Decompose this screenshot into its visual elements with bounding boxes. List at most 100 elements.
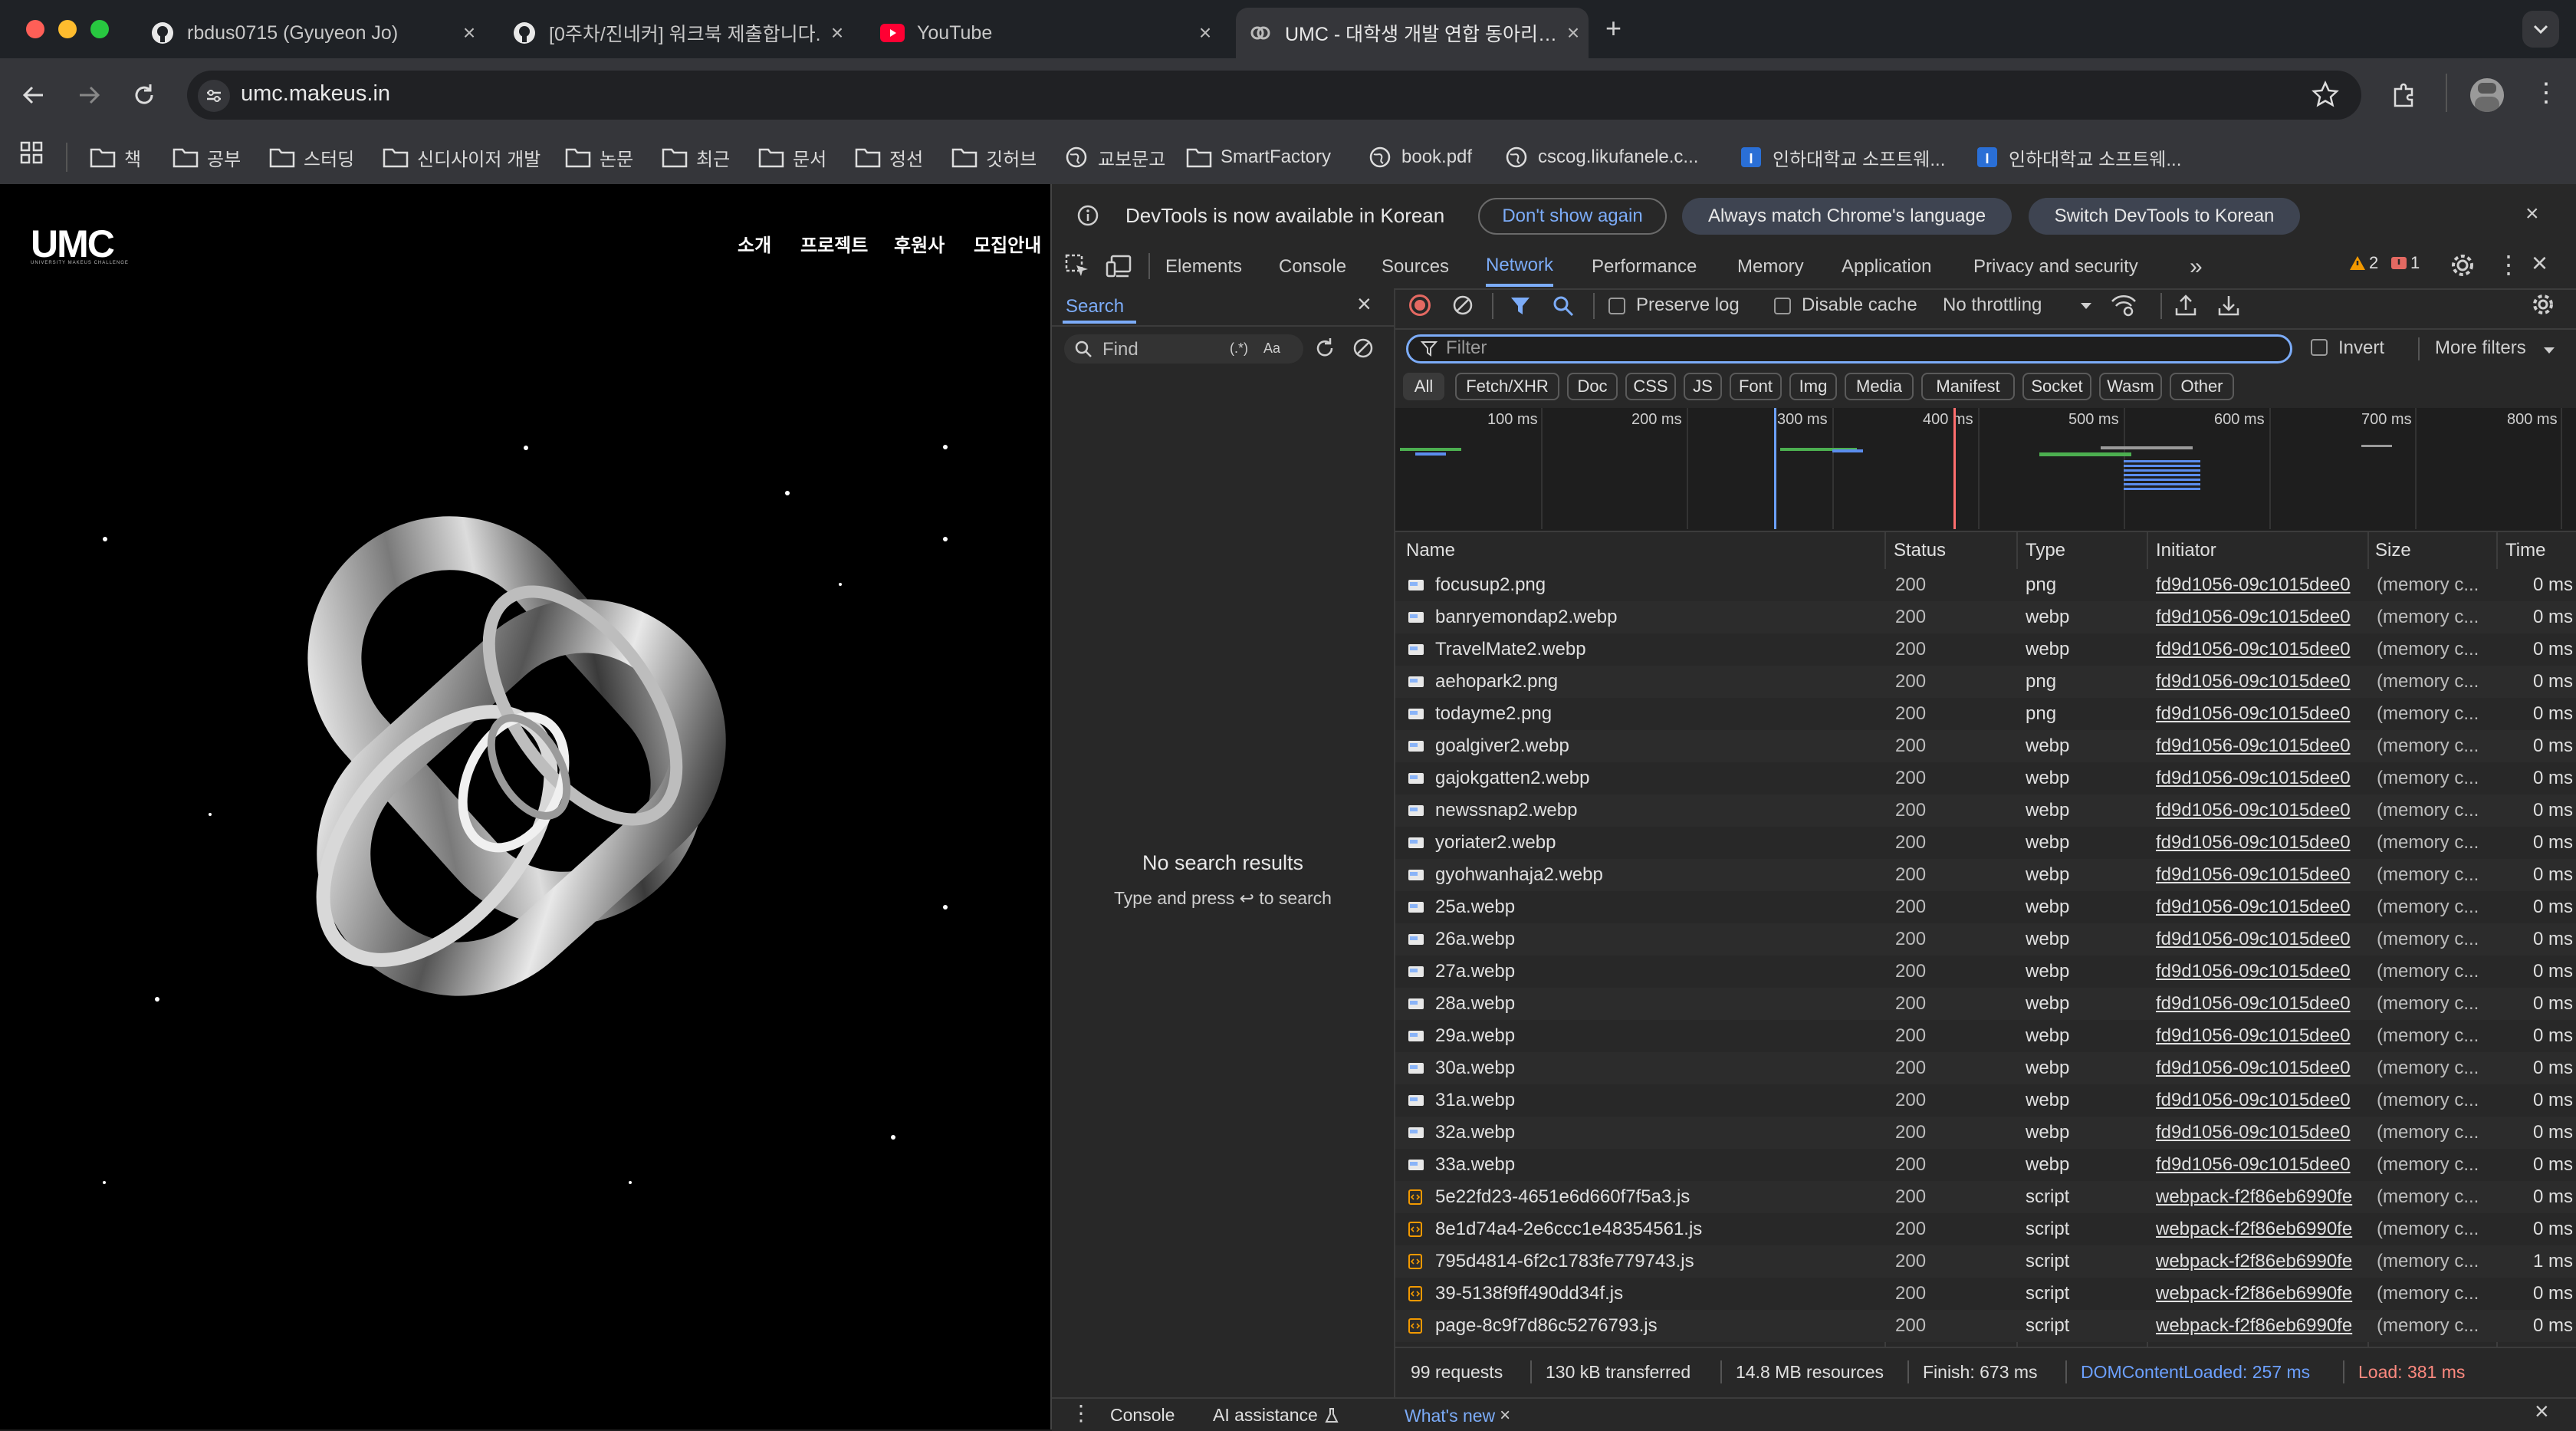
bookmark-folder[interactable]: SmartFactory — [1185, 130, 1331, 184]
drawer-tab-console[interactable]: Console — [1110, 1405, 1175, 1426]
table-row[interactable]: 33a.webp 200 webp fd9d1056-09c1015dee0 (memo… — [1395, 1149, 2576, 1181]
cell-initiator[interactable]: fd9d1056-09c1015dee0 — [2156, 1052, 2371, 1084]
dont-show-again-button[interactable]: Don't show again — [1478, 198, 1667, 235]
bookmark-link[interactable]: cscog.likufanele.c... — [1503, 130, 1698, 184]
drawer-tab-ai-assistance[interactable]: AI assistance — [1213, 1405, 1339, 1426]
warnings-counter[interactable]: 2 — [2349, 253, 2378, 273]
cell-initiator[interactable]: fd9d1056-09c1015dee0 — [2156, 1149, 2371, 1181]
filter-chip-manifest[interactable]: Manifest — [1921, 373, 2015, 400]
preserve-log-checkbox[interactable] — [1608, 298, 1625, 314]
bookmark-folder[interactable]: 책 — [89, 130, 141, 184]
tab-sources[interactable]: Sources — [1382, 247, 1449, 287]
minimize-window-button[interactable] — [58, 20, 77, 38]
browser-tab[interactable]: YouTube × — [868, 8, 1221, 58]
network-settings-button[interactable] — [2530, 291, 2556, 321]
close-icon[interactable]: × — [1500, 1405, 1510, 1426]
table-row[interactable]: 27a.webp 200 webp fd9d1056-09c1015dee0 (memo… — [1395, 956, 2576, 988]
bookmark-link[interactable]: I 인하대학교 소프트웨... — [1973, 130, 2181, 184]
more-tabs-icon[interactable]: » — [2190, 247, 2203, 287]
table-row[interactable]: goalgiver2.webp 200 webp fd9d1056-09c1015de… — [1395, 730, 2576, 762]
table-row[interactable]: page-8c9f7d86c5276793.js 200 script webpack… — [1395, 1310, 2576, 1342]
tab-privacy-security[interactable]: Privacy and security — [1973, 247, 2138, 287]
cell-initiator[interactable]: fd9d1056-09c1015dee0 — [2156, 569, 2371, 601]
throttling-select[interactable]: No throttling — [1943, 294, 2042, 316]
match-case-toggle[interactable]: Aa — [1263, 340, 1280, 357]
bookmark-link[interactable]: 교보문고 — [1063, 130, 1165, 184]
browser-tab[interactable]: [0주차/진네커] 워크북 제출합니다. × — [500, 8, 853, 58]
cell-initiator[interactable]: webpack-f2f86eb6990fe — [2156, 1181, 2371, 1213]
cell-initiator[interactable]: fd9d1056-09c1015dee0 — [2156, 698, 2371, 730]
cell-initiator[interactable]: fd9d1056-09c1015dee0 — [2156, 601, 2371, 633]
cell-initiator[interactable]: fd9d1056-09c1015dee0 — [2156, 827, 2371, 859]
cell-initiator[interactable]: fd9d1056-09c1015dee0 — [2156, 1020, 2371, 1052]
table-row[interactable]: 795d4814-6f2c1783fe779743.js 200 script web… — [1395, 1245, 2576, 1278]
switch-to-korean-button[interactable]: Switch DevTools to Korean — [2029, 198, 2300, 235]
invert-checkbox[interactable] — [2311, 339, 2328, 356]
match-chrome-language-button[interactable]: Always match Chrome's language — [1682, 198, 2012, 235]
tab-memory[interactable]: Memory — [1737, 247, 1804, 287]
bookmark-folder[interactable]: 공부 — [172, 130, 241, 184]
column-header-size[interactable]: Size — [2375, 532, 2411, 569]
table-row[interactable]: todayme2.png 200 png fd9d1056-09c1015dee0 (m… — [1395, 698, 2576, 730]
table-row[interactable]: 25a.webp 200 webp fd9d1056-09c1015dee0 (memo… — [1395, 891, 2576, 923]
bookmark-link[interactable]: book.pdf — [1366, 130, 1472, 184]
more-filters-dropdown[interactable]: More filters — [2435, 337, 2526, 359]
table-row[interactable]: TravelMate2.webp 200 webp fd9d1056-09c1015d… — [1395, 633, 2576, 666]
cell-initiator[interactable]: fd9d1056-09c1015dee0 — [2156, 923, 2371, 956]
filter-input[interactable] — [1406, 334, 2292, 364]
bookmark-folder[interactable]: 스터딩 — [268, 130, 354, 184]
bookmark-folder[interactable]: 문서 — [757, 130, 826, 184]
tab-search-button[interactable] — [2522, 11, 2559, 48]
cell-initiator[interactable]: fd9d1056-09c1015dee0 — [2156, 762, 2371, 794]
inspect-element-button[interactable] — [1064, 253, 1090, 283]
table-row[interactable]: 31a.webp 200 webp fd9d1056-09c1015dee0 (memo… — [1395, 1084, 2576, 1117]
clear-search-button[interactable] — [1351, 336, 1375, 364]
device-toolbar-button[interactable] — [1106, 253, 1133, 283]
bookmark-link[interactable]: I 인하대학교 소프트웨... — [1737, 130, 1945, 184]
nav-link-sponsors[interactable]: 후원사 — [894, 230, 945, 257]
url-text[interactable]: umc.makeus.in — [241, 81, 390, 107]
cell-initiator[interactable]: fd9d1056-09c1015dee0 — [2156, 859, 2371, 891]
filter-chip-js[interactable]: JS — [1684, 373, 1722, 400]
column-header-status[interactable]: Status — [1894, 532, 1946, 569]
reload-button[interactable] — [129, 80, 159, 114]
address-bar[interactable] — [187, 71, 2361, 120]
table-row[interactable]: 30a.webp 200 webp fd9d1056-09c1015dee0 (memo… — [1395, 1052, 2576, 1084]
bookmark-folder[interactable]: 최근 — [661, 130, 730, 184]
filter-chip-socket[interactable]: Socket — [2022, 373, 2091, 400]
infobar-close-button[interactable]: × — [2525, 201, 2539, 227]
cell-initiator[interactable]: fd9d1056-09c1015dee0 — [2156, 633, 2371, 666]
table-row[interactable]: yoriater2.webp 200 webp fd9d1056-09c1015dee… — [1395, 827, 2576, 859]
bookmark-folder[interactable]: 논문 — [564, 130, 633, 184]
cell-initiator[interactable]: fd9d1056-09c1015dee0 — [2156, 1084, 2371, 1117]
chrome-menu-button[interactable]: ⋮ — [2533, 80, 2559, 106]
cell-initiator[interactable]: webpack-f2f86eb6990fe — [2156, 1213, 2371, 1245]
back-button[interactable] — [18, 80, 49, 114]
bookmark-star-button[interactable] — [2311, 80, 2340, 113]
filter-chip-css[interactable]: CSS — [1625, 373, 1676, 400]
import-har-button[interactable] — [2174, 293, 2197, 321]
bookmark-folder[interactable]: 깃허브 — [951, 130, 1037, 184]
column-header-type[interactable]: Type — [2026, 532, 2065, 569]
maximize-window-button[interactable] — [90, 20, 109, 38]
refresh-search-button[interactable] — [1313, 336, 1337, 364]
network-search-button[interactable] — [1552, 294, 1575, 321]
table-row[interactable]: gyohwanhaja2.webp 200 webp fd9d1056-09c1015… — [1395, 859, 2576, 891]
nav-link-recruit[interactable]: 모집안내 — [974, 230, 1041, 257]
clear-log-button[interactable] — [1451, 293, 1475, 321]
errors-counter[interactable]: 1 — [2390, 253, 2420, 273]
filter-toggle-button[interactable] — [1509, 294, 1532, 321]
regex-toggle[interactable]: (.*) — [1230, 340, 1248, 357]
cell-initiator[interactable]: webpack-f2f86eb6990fe — [2156, 1310, 2371, 1342]
filter-chip-fetch-xhr[interactable]: Fetch/XHR — [1455, 373, 1559, 400]
new-tab-button[interactable]: + — [1605, 12, 1622, 44]
browser-tab-active[interactable]: UMC - 대학생 개발 연합 동아리 UMC × — [1236, 8, 1589, 58]
column-header-name[interactable]: Name — [1406, 532, 1455, 569]
tab-performance[interactable]: Performance — [1592, 247, 1697, 287]
profile-avatar[interactable] — [2470, 78, 2504, 112]
devtools-menu-button[interactable]: ⋮ — [2496, 250, 2521, 279]
column-header-initiator[interactable]: Initiator — [2156, 532, 2216, 569]
table-row[interactable]: 32a.webp 200 webp fd9d1056-09c1015dee0 (memo… — [1395, 1117, 2576, 1149]
cell-initiator[interactable]: fd9d1056-09c1015dee0 — [2156, 666, 2371, 698]
search-pane-close-button[interactable]: × — [1357, 290, 1372, 318]
